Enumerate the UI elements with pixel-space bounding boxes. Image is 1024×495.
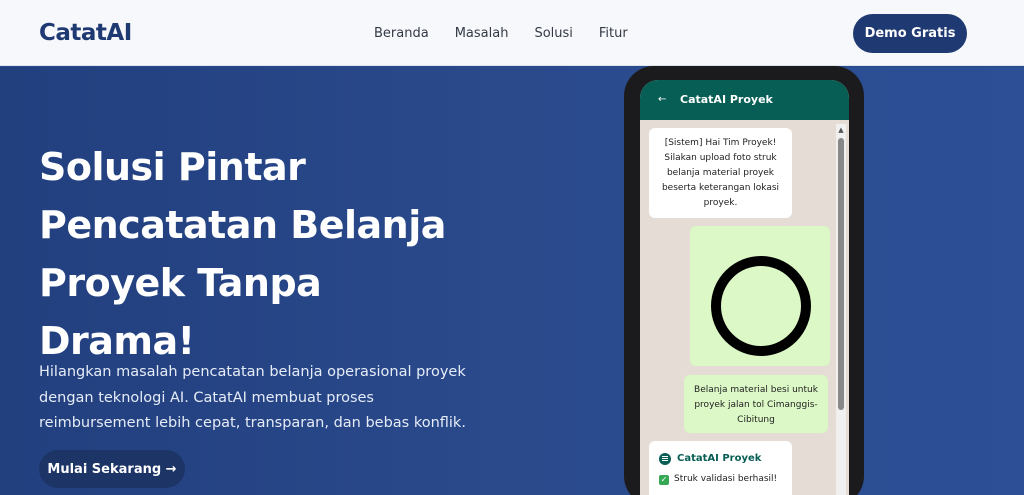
back-arrow-icon[interactable]: ← bbox=[658, 94, 666, 105]
nav-item-masalah[interactable]: Masalah bbox=[455, 26, 509, 41]
bot-message: CatatAI Proyek ✓ Struk validasi berhasil… bbox=[649, 441, 792, 495]
chat-header: ← CatatAI Proyek bbox=[640, 80, 849, 120]
logo[interactable]: CatatAI bbox=[39, 20, 132, 46]
nav-item-solusi[interactable]: Solusi bbox=[534, 26, 572, 41]
nav-item-beranda[interactable]: Beranda bbox=[374, 26, 429, 41]
chat-scrollbar[interactable]: ▲ bbox=[836, 124, 846, 495]
user-caption-message: Belanja material besi untuk proyek jalan… bbox=[684, 375, 828, 433]
bot-icon bbox=[659, 452, 671, 465]
start-button[interactable]: Mulai Sekarang → bbox=[39, 450, 185, 488]
image-message[interactable] bbox=[690, 226, 830, 366]
nav-item-fitur[interactable]: Fitur bbox=[599, 26, 628, 41]
bot-check-text: Struk validasi berhasil! bbox=[674, 474, 778, 484]
bot-name: CatatAI Proyek bbox=[677, 453, 762, 464]
nav-menu: Beranda Masalah Solusi Fitur bbox=[374, 26, 654, 41]
phone-screen: ← CatatAI Proyek [Sistem] Hai Tim Proyek… bbox=[640, 80, 849, 495]
check-icon: ✓ bbox=[659, 474, 669, 485]
hero-subtext: Hilangkan masalah pencatatan belanja ope… bbox=[39, 364, 466, 431]
loading-ring-icon bbox=[711, 256, 811, 356]
system-message: [Sistem] Hai Tim Proyek! Silakan upload … bbox=[649, 128, 792, 218]
hero-headline: Solusi Pintar Pencatatan Belanja Proyek … bbox=[39, 145, 446, 363]
scroll-up-icon[interactable]: ▲ bbox=[836, 124, 846, 136]
chat-title: CatatAI Proyek bbox=[680, 93, 773, 106]
top-navbar: CatatAI Beranda Masalah Solusi Fitur Dem… bbox=[0, 0, 1024, 66]
demo-button[interactable]: Demo Gratis bbox=[853, 14, 967, 53]
scroll-thumb[interactable] bbox=[838, 138, 844, 410]
